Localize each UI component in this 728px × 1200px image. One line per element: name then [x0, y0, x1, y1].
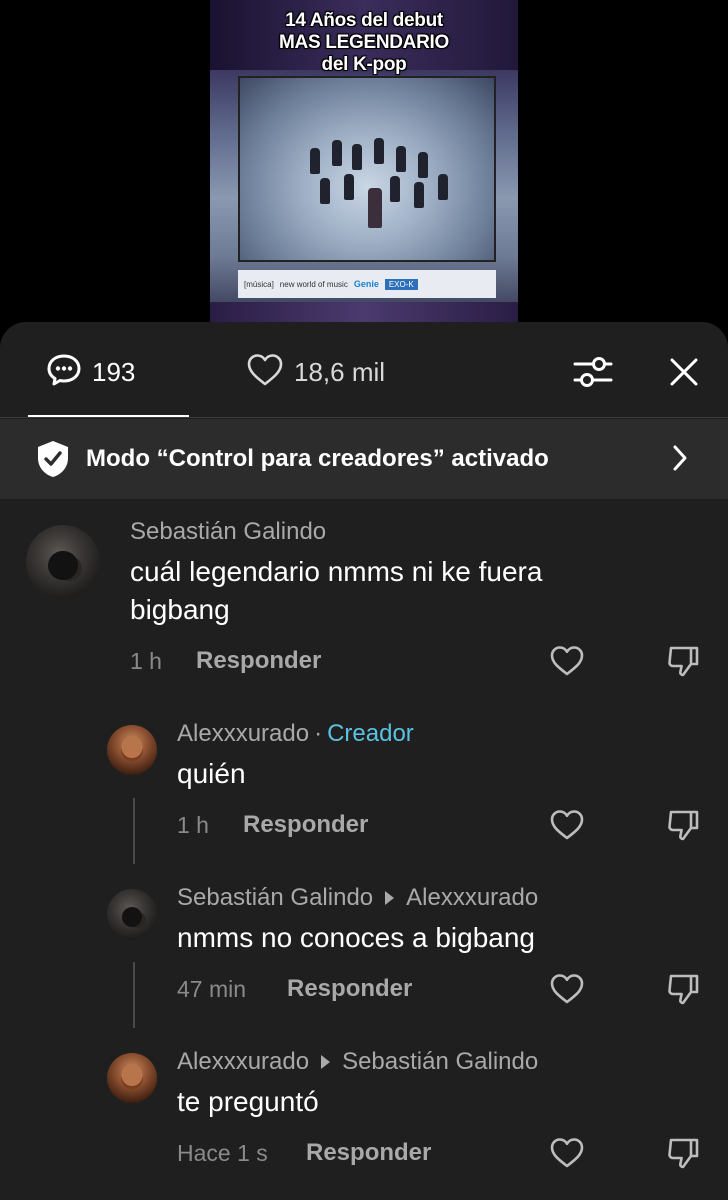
- reply-to-arrow-icon: [385, 891, 395, 905]
- avatar[interactable]: [26, 525, 100, 599]
- tv-channel-label: [música]: [244, 279, 274, 289]
- comment-time: 1 h: [130, 648, 162, 674]
- tv-song-tag: EXO-K: [384, 278, 418, 290]
- tabs-divider: [0, 417, 728, 418]
- video-caption-line: del K-pop: [321, 54, 407, 75]
- tv-bar-text: new world of music: [279, 279, 348, 289]
- comment-author-row: Sebastián Galindo Alexxxurado: [177, 884, 538, 912]
- sliders-icon: [572, 357, 614, 396]
- speech-bubble-icon: [46, 352, 82, 393]
- comment-author[interactable]: Alexxxurado: [177, 1048, 309, 1076]
- thumbs-down-icon: [665, 810, 701, 846]
- tab-comments[interactable]: 193: [46, 352, 135, 392]
- heart-icon: [549, 810, 585, 846]
- tv-brand-logo: Genie: [353, 279, 379, 289]
- comment-text: te preguntó: [177, 1086, 319, 1117]
- thread-line: [133, 962, 135, 1028]
- reply-button[interactable]: Responder: [196, 647, 321, 675]
- like-button[interactable]: [549, 1136, 585, 1170]
- thumbs-down-icon: [665, 974, 701, 1010]
- dancer-figure: [344, 174, 354, 200]
- banner-text: Modo “Control para creadores” activado: [86, 445, 549, 472]
- dancer-figure: [310, 148, 320, 174]
- comment-time: 1 h: [177, 812, 209, 838]
- like-button[interactable]: [549, 644, 585, 678]
- dancer-figure: [396, 146, 406, 172]
- thread-line: [133, 798, 135, 864]
- dancer-figure: [332, 140, 342, 166]
- reply-to-arrow-icon: [321, 1055, 331, 1069]
- dislike-button[interactable]: [665, 1136, 701, 1170]
- likes-count: 18,6 mil: [294, 356, 386, 387]
- thumbs-down-icon: [665, 1138, 701, 1174]
- comment-time: Hace 1 s: [177, 1140, 268, 1166]
- video-caption-line: 14 Años del debut: [285, 10, 443, 31]
- shield-check-icon: [36, 439, 70, 484]
- dancer-figure: [414, 182, 424, 208]
- reply-button[interactable]: Responder: [243, 811, 368, 839]
- dancer-figure: [352, 144, 362, 170]
- dancer-figure: [374, 138, 384, 164]
- chevron-right-icon: [670, 443, 690, 478]
- thumbs-down-icon: [665, 646, 701, 682]
- reply-to-author[interactable]: Alexxxurado: [406, 884, 538, 912]
- author-separator: ·: [314, 720, 323, 747]
- dancer-figure: [390, 176, 400, 202]
- video-caption: 14 Años del debut MAS LEGENDARIO del K-p…: [210, 10, 518, 76]
- like-button[interactable]: [549, 808, 585, 842]
- reply-to-author[interactable]: Sebastián Galindo: [342, 1048, 538, 1076]
- comments-sheet: 193 18,6 mil Modo “Control para creadore…: [0, 322, 728, 1200]
- dislike-button[interactable]: [665, 808, 701, 842]
- close-icon: [666, 358, 702, 396]
- creator-badge: Creador: [327, 720, 414, 747]
- video-tv-bar: [música] new world of music Genie EXO-K: [238, 270, 496, 298]
- video-preview[interactable]: 14 Años del debut MAS LEGENDARIO del K-p…: [210, 0, 518, 330]
- close-button[interactable]: [666, 352, 702, 392]
- reply-button[interactable]: Responder: [287, 975, 412, 1003]
- dislike-button[interactable]: [665, 644, 701, 678]
- creator-control-banner[interactable]: Modo “Control para creadores” activado: [0, 419, 728, 499]
- comment-author[interactable]: Sebastián Galindo: [177, 884, 373, 912]
- dancer-figure: [368, 188, 382, 228]
- filter-button[interactable]: [572, 352, 614, 392]
- like-button[interactable]: [549, 972, 585, 1006]
- comment-text: cuál legendario nmms ni ke fuera bigbang: [130, 553, 542, 629]
- comment-time: 47 min: [177, 976, 247, 1002]
- video-caption-line: MAS LEGENDARIO: [279, 32, 449, 53]
- comment-text-line: bigbang: [130, 594, 230, 625]
- avatar[interactable]: [107, 725, 157, 775]
- comment-author-row: Alexxxurado · Creador: [177, 720, 414, 748]
- comment-author-row: Alexxxurado Sebastián Galindo: [177, 1048, 538, 1076]
- dislike-button[interactable]: [665, 972, 701, 1006]
- tab-likes[interactable]: 18,6 mil: [246, 352, 385, 392]
- sheet-tabs: 193 18,6 mil: [0, 322, 728, 418]
- avatar[interactable]: [107, 889, 157, 939]
- dancer-figure: [320, 178, 330, 204]
- comment-text-line: cuál legendario nmms ni ke fuera: [130, 556, 543, 587]
- avatar[interactable]: [107, 1053, 157, 1103]
- dancer-figure: [438, 174, 448, 200]
- comment-author[interactable]: Sebastián Galindo: [130, 518, 326, 546]
- dancer-figure: [418, 152, 428, 178]
- comment-author[interactable]: Alexxxurado: [177, 720, 309, 748]
- heart-icon: [549, 1138, 585, 1174]
- comment-text: quién: [177, 758, 246, 789]
- comments-count: 193: [92, 356, 136, 387]
- reply-button[interactable]: Responder: [306, 1139, 431, 1167]
- heart-icon: [246, 352, 284, 393]
- heart-icon: [549, 974, 585, 1010]
- comment-text: nmms no conoces a bigbang: [177, 922, 535, 953]
- video-stage-frame: [238, 76, 496, 262]
- heart-icon: [549, 646, 585, 682]
